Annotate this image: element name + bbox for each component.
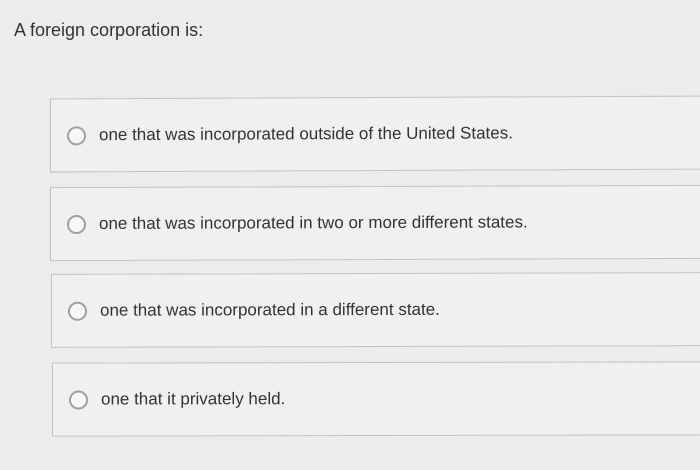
radio-button-icon[interactable] [68, 301, 87, 321]
answer-option-label: one that was incorporated in a different… [100, 299, 440, 320]
answer-option-label: one that it privately held. [101, 389, 286, 409]
answer-option-label: one that was incorporated in two or more… [99, 212, 528, 233]
radio-button-icon[interactable] [67, 125, 86, 145]
answer-options: one that was incorporated outside of the… [0, 0, 700, 470]
radio-button-icon[interactable] [69, 390, 88, 410]
answer-option-label: one that was incorporated outside of the… [99, 123, 513, 145]
radio-button-icon[interactable] [67, 214, 86, 234]
answer-option-1[interactable]: one that was incorporated outside of the… [50, 95, 700, 173]
answer-option-2[interactable]: one that was incorporated in two or more… [50, 184, 700, 262]
answer-option-4[interactable]: one that it privately held. [52, 361, 700, 437]
answer-option-3[interactable]: one that was incorporated in a different… [51, 272, 700, 348]
